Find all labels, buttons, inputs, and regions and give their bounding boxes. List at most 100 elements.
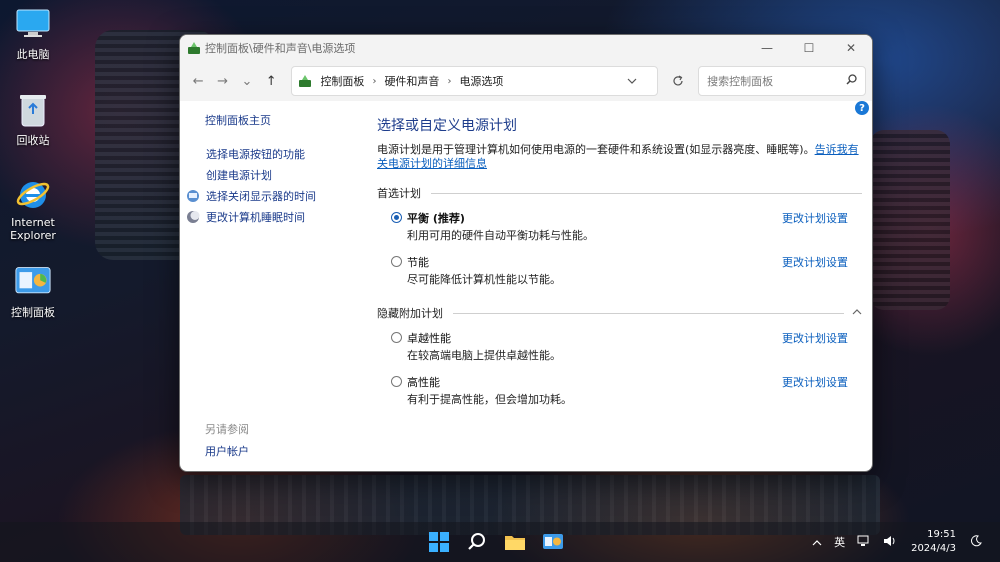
divider	[431, 192, 862, 194]
user-accounts-link[interactable]: 用户帐户	[205, 443, 249, 459]
search-icon[interactable]	[846, 74, 857, 88]
plan-name: 卓越性能	[407, 332, 451, 345]
address-bar[interactable]: 控制面板 › 硬件和声音 › 电源选项	[291, 66, 658, 96]
desktop-icon-control-panel[interactable]: 控制面板	[6, 264, 60, 320]
search-input[interactable]: 搜索控制面板	[698, 66, 867, 96]
description: 电源计划是用于管理计算机如何使用电源的一套硬件和系统设置(如显示器亮度、睡眠等)…	[377, 143, 862, 171]
file-explorer-icon[interactable]	[501, 528, 529, 556]
hidden-plans-group[interactable]: 隐藏附加计划	[377, 305, 862, 321]
change-plan-settings-link[interactable]: 更改计划设置	[782, 254, 848, 270]
system-tray: 英 19:51 2024/4/3	[806, 522, 988, 562]
group-heading: 隐藏附加计划	[377, 307, 443, 320]
moon-icon	[186, 210, 200, 224]
forward-button[interactable]: →	[210, 68, 234, 94]
preferred-plans-group: 首选计划	[377, 185, 862, 201]
window-title: 控制面板\硬件和声音\电源选项	[205, 42, 356, 55]
left-links: 选择电源按钮的功能 创建电源计划 选择关闭显示器的时间 更改计算机睡眠时间	[186, 143, 316, 227]
left-link-label: 选择关闭显示器的时间	[206, 189, 316, 203]
divider	[453, 312, 844, 314]
left-pane: 控制面板主页 选择电源按钮的功能 创建电源计划 选择关闭显示器的时间 更改计算机…	[180, 101, 360, 471]
control-panel-icon	[298, 74, 312, 88]
left-link-label: 更改计算机睡眠时间	[206, 210, 305, 224]
clock[interactable]: 19:51 2024/4/3	[911, 528, 956, 556]
maximize-button[interactable]: ☐	[788, 35, 830, 61]
control-panel-taskbar-icon[interactable]	[539, 528, 567, 556]
window-content: ? 控制面板主页 选择电源按钮的功能 创建电源计划 选择关闭显示器的时间 更改计…	[180, 101, 872, 471]
monitor-icon	[186, 189, 200, 203]
chevron-up-icon[interactable]	[812, 536, 822, 549]
internet-explorer-icon	[15, 176, 51, 212]
minimize-button[interactable]: —	[746, 35, 788, 61]
power-options-icon	[187, 41, 201, 55]
wallpaper-fan-right	[870, 130, 950, 310]
refresh-icon[interactable]	[666, 68, 690, 94]
breadcrumb-hardware-sound[interactable]: 硬件和声音	[384, 73, 439, 89]
navigation-bar: ← → ⌄ ↑ 控制面板 › 硬件和声音 › 电源选项 搜索控制面板	[180, 61, 872, 101]
main-pane: 选择或自定义电源计划 电源计划是用于管理计算机如何使用电源的一套硬件和系统设置(…	[377, 115, 862, 409]
left-link-label: 选择电源按钮的功能	[206, 147, 305, 161]
desktop-icon-recycle-bin[interactable]: 回收站	[6, 92, 60, 148]
plan-name: 节能	[407, 256, 429, 269]
group-heading: 首选计划	[377, 187, 421, 200]
change-plan-settings-link[interactable]: 更改计划设置	[782, 374, 848, 390]
help-icon[interactable]: ?	[855, 101, 869, 115]
plan-radio[interactable]	[391, 376, 402, 387]
power-options-window: 控制面板\硬件和声音\电源选项 — ☐ ✕ ← → ⌄ ↑ 控制面板 › 硬件和…	[179, 34, 873, 472]
recycle-bin-icon	[15, 92, 51, 128]
taskbar: 英 19:51 2024/4/3	[0, 522, 1000, 562]
change-plan-settings-link[interactable]: 更改计划设置	[782, 210, 848, 226]
breadcrumb-control-panel[interactable]: 控制面板	[320, 73, 364, 89]
desktop-icon-label: 回收站	[16, 134, 50, 147]
volume-icon[interactable]	[883, 535, 897, 550]
address-dropdown-icon[interactable]	[627, 76, 637, 87]
change-plan-settings-link[interactable]: 更改计划设置	[782, 330, 848, 346]
plan-description: 在较高端电脑上提供卓越性能。	[407, 349, 561, 362]
desktop-icon-internet-explorer[interactable]: Internet Explorer	[6, 176, 60, 242]
desktop-icon-label: 控制面板	[11, 306, 55, 319]
breadcrumb-power-options[interactable]: 电源选项	[459, 73, 503, 89]
clock-date: 2024/4/3	[911, 543, 956, 554]
plan-name: 高性能	[407, 376, 440, 389]
clock-time: 19:51	[927, 529, 956, 540]
control-panel-home-link[interactable]: 控制面板主页	[205, 112, 271, 128]
network-icon[interactable]	[857, 535, 871, 550]
input-method-indicator[interactable]: 英	[834, 534, 845, 550]
plan-high-performance[interactable]: 高性能 有利于提高性能，但会增加功耗。 更改计划设置	[377, 374, 862, 409]
moon-icon[interactable]	[970, 534, 982, 550]
left-link-display-off[interactable]: 选择关闭显示器的时间	[186, 185, 316, 206]
plan-balanced[interactable]: 平衡 (推荐) 利用可用的硬件自动平衡功耗与性能。 更改计划设置	[377, 210, 862, 245]
taskbar-apps	[425, 528, 567, 556]
search-icon[interactable]	[463, 528, 491, 556]
chevron-up-icon[interactable]	[852, 308, 862, 318]
monitor-icon	[15, 6, 51, 42]
description-text: 电源计划是用于管理计算机如何使用电源的一套硬件和系统设置(如显示器亮度、睡眠等)…	[377, 143, 815, 156]
plan-radio[interactable]	[391, 256, 402, 267]
recent-locations-button[interactable]: ⌄	[235, 68, 259, 94]
plan-description: 有利于提高性能，但会增加功耗。	[407, 393, 572, 406]
page-title: 选择或自定义电源计划	[377, 118, 517, 134]
start-button-windows-icon[interactable]	[425, 528, 453, 556]
breadcrumb-separator-icon[interactable]: ›	[372, 76, 376, 87]
control-panel-icon	[15, 264, 51, 300]
up-button[interactable]: ↑	[259, 68, 283, 94]
plan-description: 尽可能降低计算机性能以节能。	[407, 273, 561, 286]
search-placeholder: 搜索控制面板	[707, 75, 774, 88]
close-button[interactable]: ✕	[830, 35, 872, 61]
back-button[interactable]: ←	[186, 68, 210, 94]
desktop-icon-label: Internet Explorer	[10, 216, 56, 242]
plan-name: 平衡 (推荐)	[407, 212, 465, 225]
left-link-sleep-time[interactable]: 更改计算机睡眠时间	[186, 206, 316, 227]
plan-power-saver[interactable]: 节能 尽可能降低计算机性能以节能。 更改计划设置	[377, 254, 862, 289]
left-link-power-button[interactable]: 选择电源按钮的功能	[186, 143, 316, 164]
plan-description: 利用可用的硬件自动平衡功耗与性能。	[407, 229, 594, 242]
left-link-label: 创建电源计划	[206, 168, 272, 182]
see-also-heading: 另请参阅	[205, 423, 249, 436]
title-bar[interactable]: 控制面板\硬件和声音\电源选项 — ☐ ✕	[180, 35, 872, 61]
plan-radio-selected[interactable]	[391, 212, 402, 223]
left-link-create-plan[interactable]: 创建电源计划	[186, 164, 316, 185]
desktop-icon-label: 此电脑	[16, 48, 50, 61]
breadcrumb-separator-icon[interactable]: ›	[447, 76, 451, 87]
desktop-icon-this-pc[interactable]: 此电脑	[6, 6, 60, 62]
plan-ultimate-performance[interactable]: 卓越性能 在较高端电脑上提供卓越性能。 更改计划设置	[377, 330, 862, 365]
plan-radio[interactable]	[391, 332, 402, 343]
